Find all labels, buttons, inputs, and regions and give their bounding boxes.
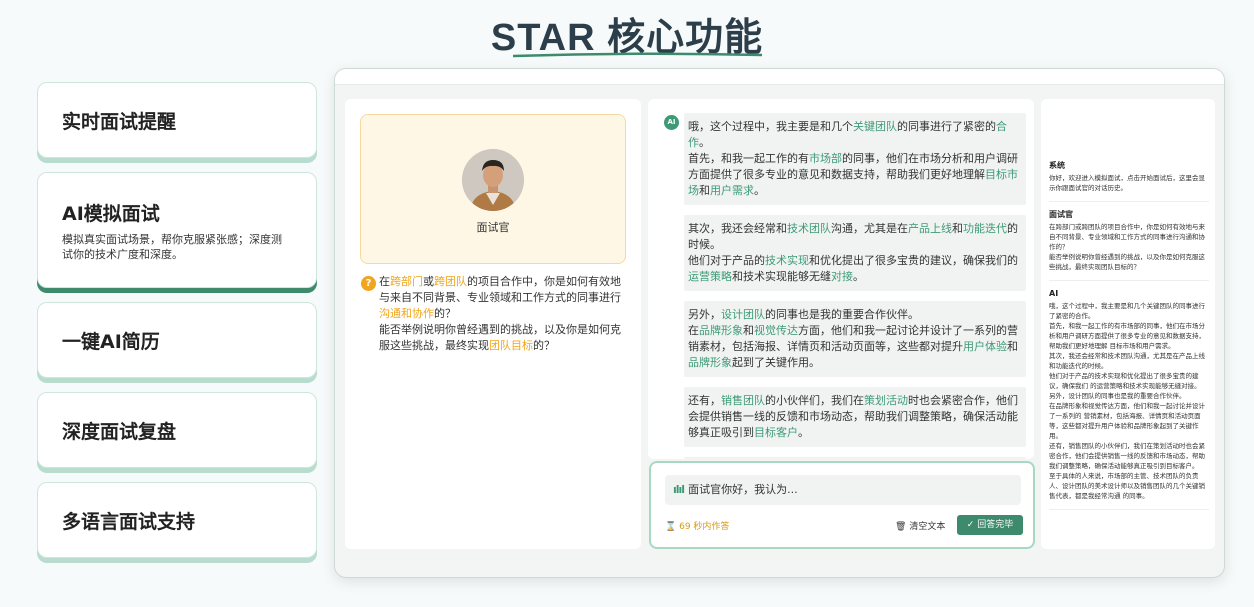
feature-title: 一键AI简历 xyxy=(62,330,160,353)
clear-text-label: 清空文本 xyxy=(909,522,946,532)
answer-input-text: 面试官你好，我认为... xyxy=(688,483,798,496)
keyword-highlight: 策划活动 xyxy=(864,394,908,407)
history-text: 在跨部门或跨团队的项目合作中，你是如何有效地与来自不同背景、专业领域和工作方式的… xyxy=(1049,223,1205,271)
answer-input-box: ılıl 面试官你好，我认为... ⌛ 69 秒内作答 🗑 清空文本 ✓ 回答完毕 xyxy=(649,461,1035,549)
history-list: 系统你好，欢迎进入模拟面试，点击开始面试后，这里会显示你跟面试官的对话历史。面试… xyxy=(1049,161,1209,518)
text-span: 和技术实现能够无缝 xyxy=(732,270,831,283)
ai-message: 哦，这个过程中，我主要是和几个关键团队的同事进行了紧密的合作。 首先，和我一起工作… xyxy=(684,113,1026,205)
ai-answer-panel: AI 哦，这个过程中，我主要是和几个关键团队的同事进行了紧密的合作。 首先，和我一… xyxy=(648,99,1034,459)
feature-title: 多语言面试支持 xyxy=(62,510,196,533)
text-span: 其次，我还会经常和 xyxy=(688,222,787,235)
keyword-highlight: 品牌形象 xyxy=(699,324,743,337)
answer-input[interactable]: ılıl 面试官你好，我认为... xyxy=(665,475,1021,505)
keyword-highlight: 运营策略 xyxy=(688,270,732,283)
history-entry: AI 哦，这个过程中，我主要是和几个关键团队的同事进行了紧密的合作。 首先，和我一起… xyxy=(1049,289,1209,510)
clear-text-button[interactable]: 🗑 清空文本 xyxy=(895,519,945,532)
mock-interview-window: 面试官 ? 在跨部门或跨团队的项目合作中，你是如何有效地与来自不同背景、专业领域… xyxy=(334,68,1225,578)
interviewer-panel: 面试官 ? 在跨部门或跨团队的项目合作中，你是如何有效地与来自不同背景、专业领域… xyxy=(345,99,641,549)
interviewer-card: 面试官 xyxy=(360,114,626,264)
text-span: 。 xyxy=(853,270,864,283)
question-icon: ? xyxy=(361,276,376,291)
keyword-highlight: 产品上线 xyxy=(908,222,952,235)
keyword-highlight: 视觉传达 xyxy=(754,324,798,337)
history-entry: 系统你好，欢迎进入模拟面试，点击开始面试后，这里会显示你跟面试官的对话历史。 xyxy=(1049,161,1209,202)
title-underline xyxy=(512,52,763,58)
text-span: 和 xyxy=(743,324,754,337)
feature-card-realtime-reminder[interactable]: 实时面试提醒 xyxy=(37,82,317,158)
keyword-highlight: 品牌形象 xyxy=(688,356,732,369)
history-entry: 面试官在跨部门或跨团队的项目合作中，你是如何有效地与来自不同背景、专业领域和工作… xyxy=(1049,210,1209,281)
ai-message: 另外，设计团队的同事也是我的重要合作伙伴。 在品牌形象和视觉传达方面，他们和我一起… xyxy=(684,301,1026,377)
feature-card-interview-review[interactable]: 深度面试复盘 xyxy=(37,392,317,468)
keyword-highlight: 跨部门 xyxy=(390,275,423,288)
text-span: 还有， xyxy=(688,394,721,407)
trash-icon: 🗑 xyxy=(895,522,907,532)
keyword-highlight: 团队目标 xyxy=(489,339,533,352)
check-icon: ✓ xyxy=(966,520,975,530)
keyword-highlight: 目标客户 xyxy=(754,426,798,439)
feature-card-ai-resume[interactable]: 一键AI简历 xyxy=(37,302,317,378)
window-top-bar xyxy=(335,69,1224,85)
keyword-highlight: 跨团队 xyxy=(434,275,467,288)
ai-message: 至于具体的人来说，市场部的主管、技术团队的负责人、设计团队的美术设计师以及销售团… xyxy=(684,457,1026,459)
interviewer-question: 在跨部门或跨团队的项目合作中，你是如何有效地与来自不同背景、专业领域和工作方式的… xyxy=(379,274,631,354)
feature-card-ai-mock-interview[interactable]: AI模拟面试 模拟真实面试场景，帮你克服紧张感；深度测试你的技术广度和深度。 xyxy=(37,172,317,288)
keyword-highlight: 销售团队 xyxy=(721,394,765,407)
keyword-highlight: 技术实现 xyxy=(765,254,809,267)
ai-avatar-icon: AI xyxy=(664,115,679,130)
keyword-highlight: 功能迭代 xyxy=(963,222,1007,235)
feature-card-multilingual[interactable]: 多语言面试支持 xyxy=(37,482,317,558)
text-span: 的小伙伴们，我们在 xyxy=(765,394,864,407)
answer-done-button[interactable]: ✓ 回答完毕 xyxy=(957,515,1023,535)
history-role: 系统 xyxy=(1049,161,1065,170)
answer-done-label: 回答完毕 xyxy=(977,520,1014,530)
text-span: 。 xyxy=(699,136,710,149)
conversation-history-panel: 系统你好，欢迎进入模拟面试，点击开始面试后，这里会显示你跟面试官的对话历史。面试… xyxy=(1041,99,1215,549)
ai-message: 其次，我还会经常和技术团队沟通，尤其是在产品上线和功能迭代的时候。 他们对于产品的… xyxy=(684,215,1026,291)
text-span: 在 xyxy=(379,275,390,288)
text-span: 起到了关键作用。 xyxy=(732,356,820,369)
keyword-highlight: 用户需求 xyxy=(710,184,754,197)
text-span: 和 xyxy=(952,222,963,235)
text-span: 首先，和我一起工作的有 xyxy=(688,152,809,165)
ai-message: 还有，销售团队的小伙伴们，我们在策划活动时也会紧密合作，他们会提供销售一线的反馈… xyxy=(684,387,1026,447)
history-role: AI xyxy=(1049,289,1059,298)
feature-description: 模拟真实面试场景，帮你克服紧张感；深度测试你的技术广度和深度。 xyxy=(62,232,282,261)
text-span: 和优化提出了很多宝贵的建议，确保我们的 xyxy=(809,254,1018,267)
text-span: 沟通，尤其是在 xyxy=(831,222,908,235)
hourglass-icon: ⌛ xyxy=(665,522,677,532)
countdown-timer: ⌛ 69 秒内作答 xyxy=(665,519,729,532)
text-span: 的？ xyxy=(434,307,456,320)
text-span: 在 xyxy=(688,324,699,337)
keyword-highlight: 沟通和协作 xyxy=(379,307,434,320)
keyword-highlight: 市场部 xyxy=(809,152,842,165)
history-text: 哦，这个过程中，我主要是和几个关键团队的同事进行了紧密的合作。 首先，和我一起工作… xyxy=(1049,302,1205,500)
keyword-highlight: 对接 xyxy=(831,270,853,283)
text-span: 。 xyxy=(798,426,809,439)
text-span: 。 xyxy=(754,184,765,197)
history-text: 你好，欢迎进入模拟面试，点击开始面试后，这里会显示你跟面试官的对话历史。 xyxy=(1049,174,1205,192)
text-span: 的同事也是我的重要合作伙伴。 xyxy=(765,308,919,321)
keyword-highlight: 设计团队 xyxy=(721,308,765,321)
keyword-highlight: 关键团队 xyxy=(853,120,897,133)
text-span: 和 xyxy=(699,184,710,197)
voice-wave-icon: ılıl xyxy=(673,483,685,496)
feature-title: AI模拟面试 xyxy=(62,202,160,225)
text-span: 另外， xyxy=(688,308,721,321)
text-span: 的同事进行了紧密的 xyxy=(897,120,996,133)
keyword-highlight: 用户体验 xyxy=(963,340,1007,353)
text-span: 的？ xyxy=(533,339,555,352)
interviewer-avatar xyxy=(462,149,524,211)
keyword-highlight: 技术团队 xyxy=(787,222,831,235)
text-span: 或 xyxy=(423,275,434,288)
text-span: 和 xyxy=(1007,340,1018,353)
text-span: 哦，这个过程中，我主要是和几个 xyxy=(688,120,853,133)
history-role: 面试官 xyxy=(1049,210,1073,219)
ai-message-list: 哦，这个过程中，我主要是和几个关键团队的同事进行了紧密的合作。 首先，和我一起工作… xyxy=(684,113,1026,459)
countdown-text: 69 秒内作答 xyxy=(679,522,730,532)
feature-title: 实时面试提醒 xyxy=(62,110,177,133)
text-span: 他们对于产品的 xyxy=(688,254,765,267)
feature-title: 深度面试复盘 xyxy=(62,420,177,443)
interviewer-label: 面试官 xyxy=(476,221,510,234)
